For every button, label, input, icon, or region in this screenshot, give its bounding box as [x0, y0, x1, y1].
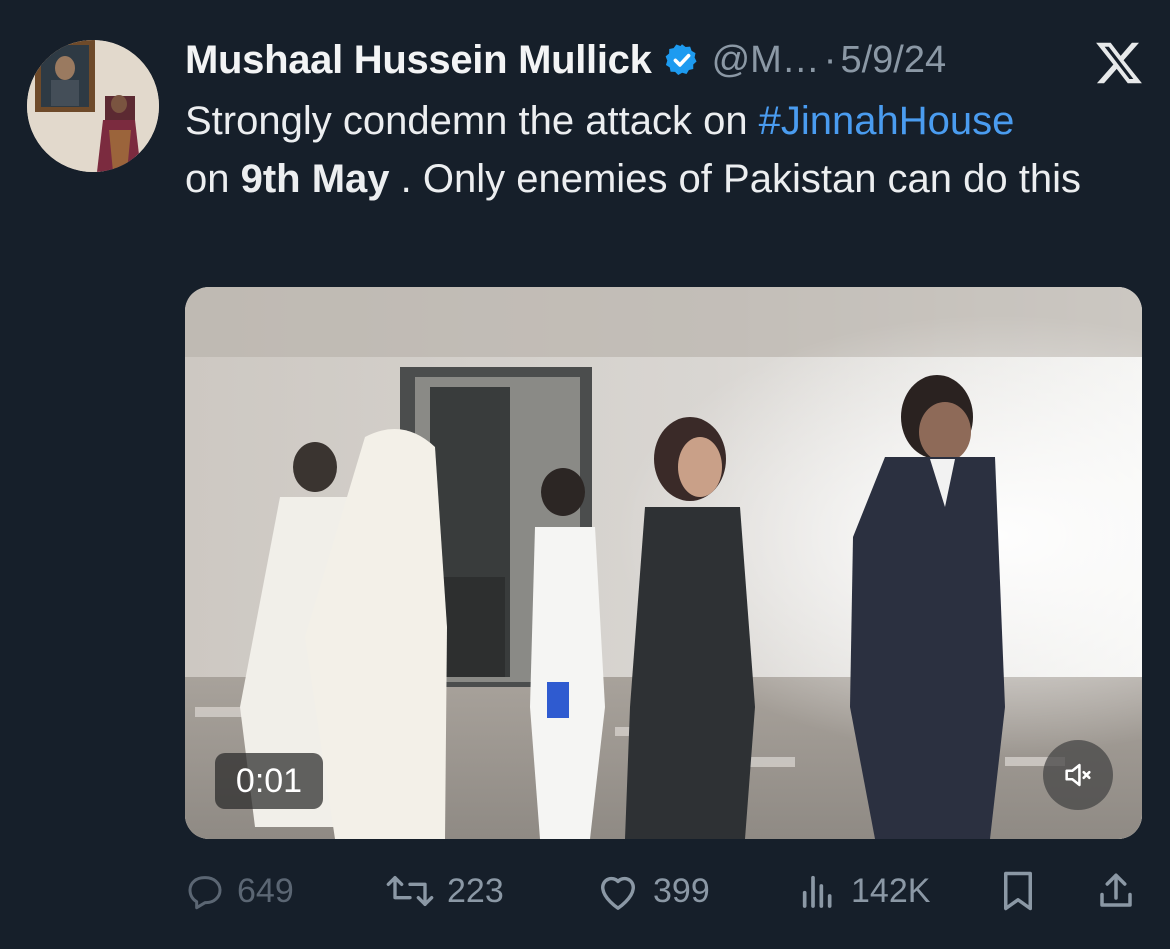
- tweet-text-bold: 9th May: [240, 157, 390, 201]
- tweet-text-part3: . Only enemies of Pakistan can do this: [389, 157, 1082, 201]
- reply-icon: [188, 876, 222, 910]
- like-count: 399: [653, 871, 710, 910]
- mute-button[interactable]: [1043, 740, 1113, 810]
- views-icon: [802, 875, 832, 908]
- author-name[interactable]: Mushaal Hussein Mullick: [185, 38, 652, 83]
- share-button[interactable]: [1095, 860, 1149, 922]
- video-timestamp: 0:01: [215, 753, 323, 809]
- tweet-date[interactable]: 5/9/24: [840, 39, 946, 82]
- views-count: 142K: [851, 871, 931, 910]
- views-button[interactable]: 142K: [797, 860, 930, 922]
- share-icon: [1100, 873, 1132, 907]
- repost-count: 223: [447, 871, 504, 910]
- avatar[interactable]: [27, 40, 159, 172]
- video-player[interactable]: [185, 287, 1142, 839]
- mute-icon: [1065, 763, 1091, 787]
- like-icon: [601, 876, 635, 910]
- avatar-image: [27, 40, 159, 172]
- hashtag-link[interactable]: #JinnahHouse: [759, 99, 1015, 143]
- action-bar: 649 223 399 142K: [185, 860, 1145, 922]
- tweet-text-part2: on: [185, 157, 241, 201]
- bookmark-button[interactable]: [997, 860, 1051, 922]
- tweet-text: Strongly condemn the attack on #JinnahHo…: [185, 92, 1145, 208]
- reply-count: 649: [237, 871, 294, 910]
- video-frame: [185, 287, 1142, 839]
- repost-button[interactable]: 223: [385, 860, 504, 922]
- bookmark-icon: [1004, 871, 1032, 911]
- x-logo-icon: [1096, 42, 1142, 84]
- author-handle[interactable]: @M…: [712, 39, 820, 82]
- separator-dot: ·: [823, 38, 837, 81]
- reply-button[interactable]: 649: [185, 860, 294, 922]
- verified-badge-icon: [665, 44, 697, 75]
- tweet-text-part1: Strongly condemn the attack on: [185, 99, 759, 143]
- like-button[interactable]: 399: [595, 860, 710, 922]
- tweet-header: Mushaal Hussein Mullick @M… · 5/9/24: [185, 30, 1145, 90]
- repost-icon: [386, 876, 434, 906]
